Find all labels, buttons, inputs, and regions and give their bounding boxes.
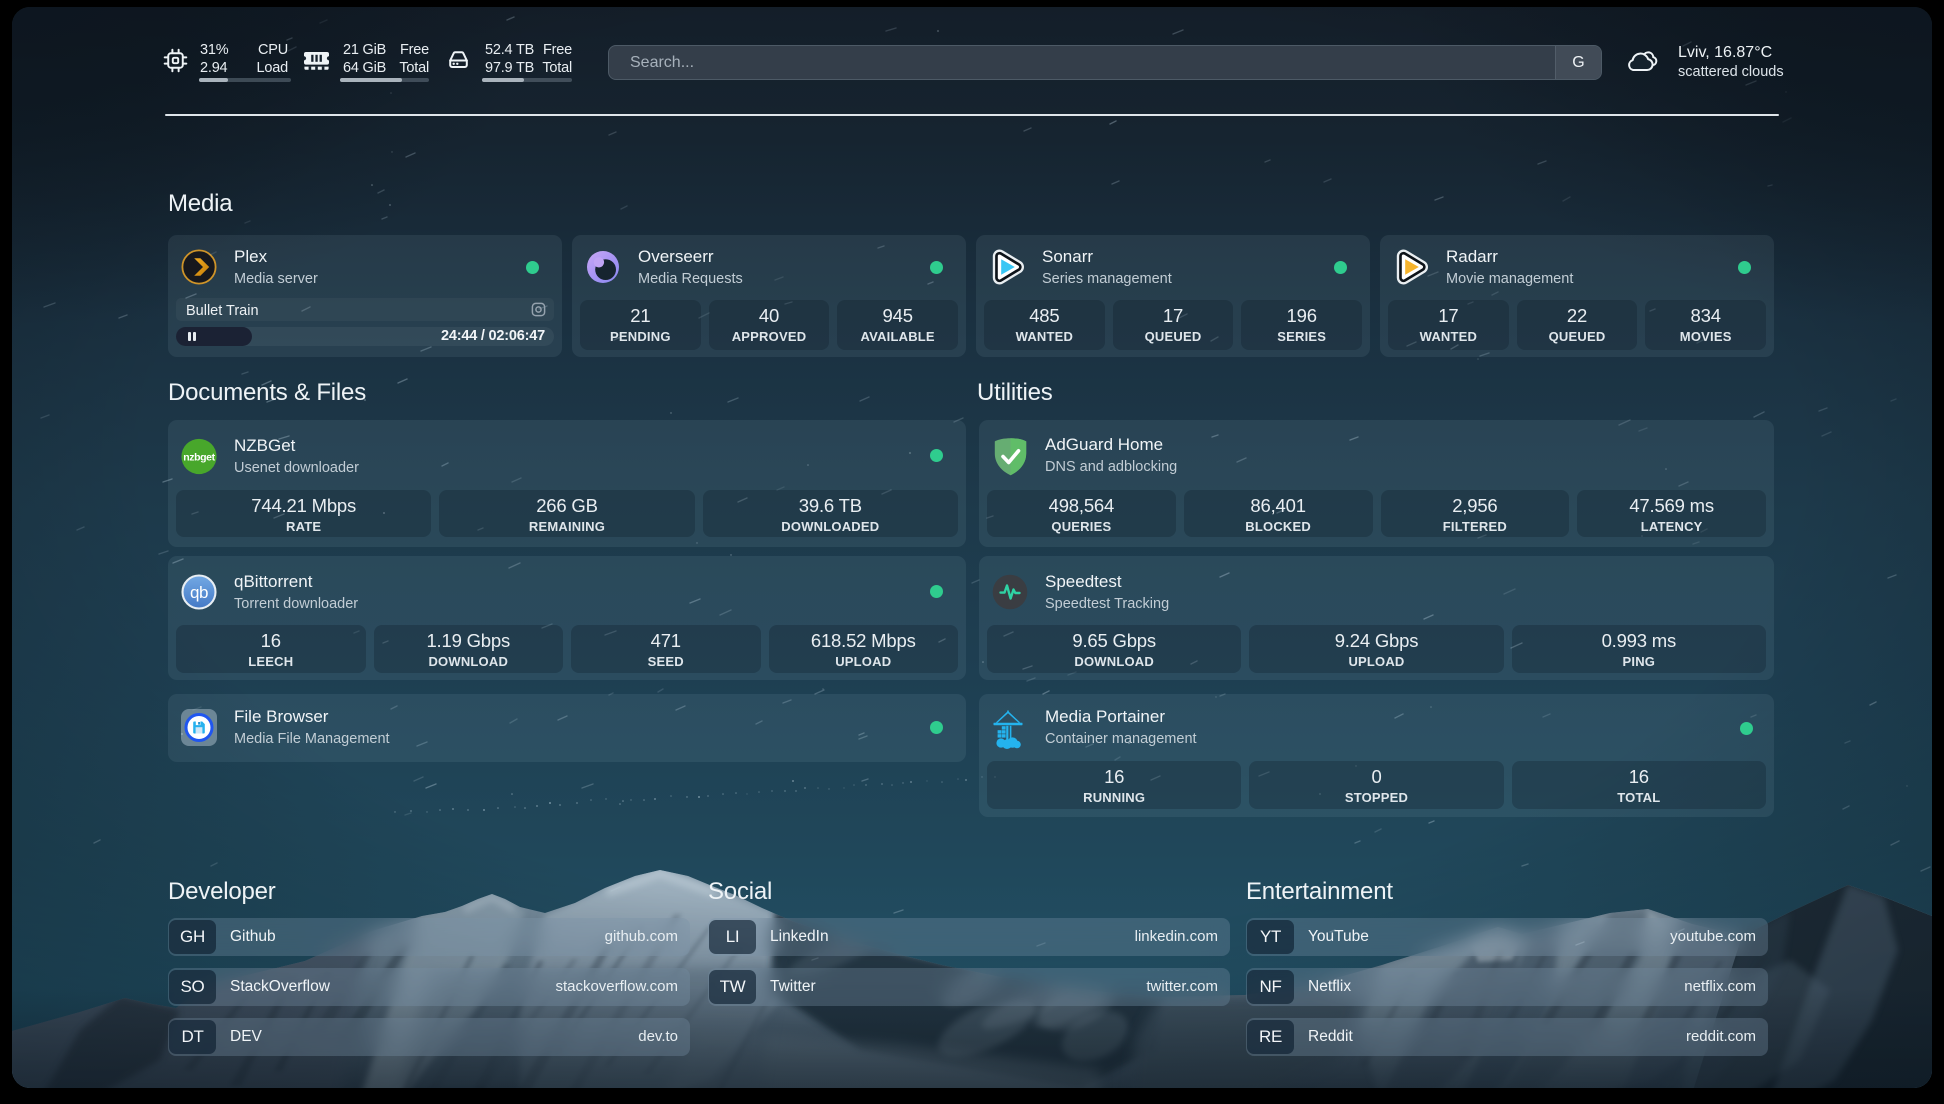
svg-text:qb: qb: [190, 583, 208, 602]
svg-text:nzbget: nzbget: [183, 452, 215, 464]
